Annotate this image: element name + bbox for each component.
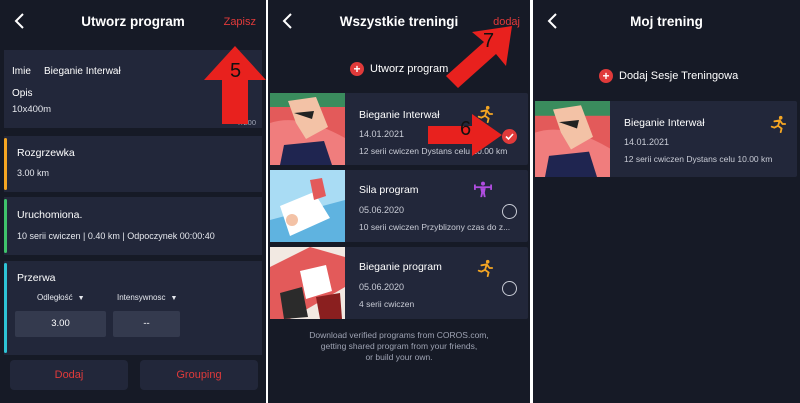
save-button[interactable]: Zapisz bbox=[224, 16, 256, 28]
chevron-down-icon: ▼ bbox=[77, 295, 85, 302]
add-segment-button[interactable]: Dodaj bbox=[10, 360, 128, 390]
all-trainings-screen: Wszystkie treningi dodaj + Utworz progra… bbox=[268, 0, 530, 403]
annotation-up-arrow-icon bbox=[204, 46, 266, 124]
footer-line: Download verified programs from COROS.co… bbox=[309, 330, 489, 340]
distance-dropdown[interactable]: Odległość ▼ bbox=[37, 293, 85, 302]
add-session-label: Dodaj Sesje Treningowa bbox=[619, 70, 739, 82]
select-checkbox[interactable] bbox=[502, 281, 517, 296]
description-input[interactable]: 10x400m bbox=[12, 104, 51, 115]
segment-title: Rozgrzewka bbox=[17, 147, 75, 159]
annotation-diagonal-arrow-icon bbox=[446, 26, 512, 88]
intensity-dropdown-label: Intensywnosc bbox=[117, 293, 166, 302]
footer-line: or build your own. bbox=[365, 352, 433, 362]
add-session-link[interactable]: + Dodaj Sesje Treningowa bbox=[599, 69, 738, 83]
select-checkbox[interactable] bbox=[502, 129, 517, 144]
plus-icon: + bbox=[599, 69, 613, 83]
page-title: Moj trening bbox=[630, 14, 703, 29]
segment-rest[interactable]: Przerwa Odległość ▼ Intensywnosc ▼ 3.00 -- bbox=[4, 261, 262, 355]
program-thumbnail bbox=[270, 170, 345, 242]
annotation-number: 6 bbox=[460, 118, 472, 140]
header: Utworz program Zapisz bbox=[0, 0, 266, 44]
program-name: Sila program bbox=[359, 184, 419, 196]
program-date: 14.01.2021 bbox=[359, 129, 405, 139]
program-description: 4 serii cwiczen bbox=[359, 299, 415, 309]
distance-dropdown-label: Odległość bbox=[37, 293, 73, 302]
segment-title: Przerwa bbox=[17, 272, 56, 284]
annotation-number: 5 bbox=[230, 60, 242, 82]
select-checkbox[interactable] bbox=[502, 204, 517, 219]
distance-input[interactable]: 3.00 bbox=[15, 311, 106, 337]
segment-run[interactable]: Uruchomiona. 10 serii cwiczen | 0.40 km … bbox=[4, 197, 262, 255]
rest-stripe bbox=[4, 263, 7, 353]
program-thumbnail bbox=[270, 247, 345, 319]
segment-detail: 10 serii cwiczen | 0.40 km | Odpoczynek … bbox=[17, 231, 215, 241]
intensity-input[interactable]: -- bbox=[113, 311, 180, 337]
segment-title: Uruchomiona. bbox=[17, 209, 83, 221]
footer-line: getting shared program from your friends… bbox=[320, 341, 478, 351]
program-date: 14.01.2021 bbox=[624, 137, 670, 147]
create-program-link[interactable]: + Utworz program bbox=[350, 62, 448, 76]
intensity-dropdown[interactable]: Intensywnosc ▼ bbox=[117, 293, 177, 302]
runner-icon bbox=[477, 259, 494, 277]
program-thumbnail bbox=[270, 93, 345, 165]
create-program-screen: Utworz program Zapisz Imie Bieganie Inte… bbox=[0, 0, 266, 403]
program-name: Bieganie Interwał bbox=[624, 117, 705, 129]
program-description: 12 serii cwiczen Dystans celu 10.00 km bbox=[624, 154, 773, 164]
segment-warmup[interactable]: Rozgrzewka 3.00 km bbox=[4, 136, 262, 192]
strength-icon bbox=[474, 181, 492, 198]
warmup-stripe bbox=[4, 138, 7, 190]
program-thumbnail bbox=[535, 101, 610, 177]
header: Moj trening bbox=[533, 0, 800, 44]
my-training-screen: Moj trening + Dodaj Sesje Treningowa Bie… bbox=[533, 0, 800, 403]
program-name: Bieganie program bbox=[359, 261, 442, 273]
program-description: 10 serii cwiczen Przyblizony czas do z..… bbox=[359, 222, 511, 232]
program-date: 05.06.2020 bbox=[359, 205, 405, 215]
grouping-button[interactable]: Grouping bbox=[140, 360, 258, 390]
description-label: Opis bbox=[12, 88, 33, 99]
program-card[interactable]: Bieganie program 05.06.2020 4 serii cwic… bbox=[270, 247, 528, 319]
program-date: 05.06.2020 bbox=[359, 282, 405, 292]
footer-note: Download verified programs from COROS.co… bbox=[278, 330, 520, 363]
run-stripe bbox=[4, 199, 7, 253]
runner-icon bbox=[770, 115, 787, 133]
name-label: Imie bbox=[12, 66, 31, 77]
name-input[interactable]: Bieganie Interwał bbox=[44, 66, 121, 77]
plus-icon: + bbox=[350, 62, 364, 76]
program-card[interactable]: Sila program 05.06.2020 10 serii cwiczen… bbox=[270, 170, 528, 242]
chevron-down-icon: ▼ bbox=[170, 295, 178, 302]
checkmark-icon bbox=[505, 133, 514, 141]
segment-detail: 3.00 km bbox=[17, 168, 50, 178]
annotation-number: 7 bbox=[483, 30, 495, 52]
program-card[interactable]: Bieganie Interwał 14.01.2021 12 serii cw… bbox=[535, 101, 797, 177]
